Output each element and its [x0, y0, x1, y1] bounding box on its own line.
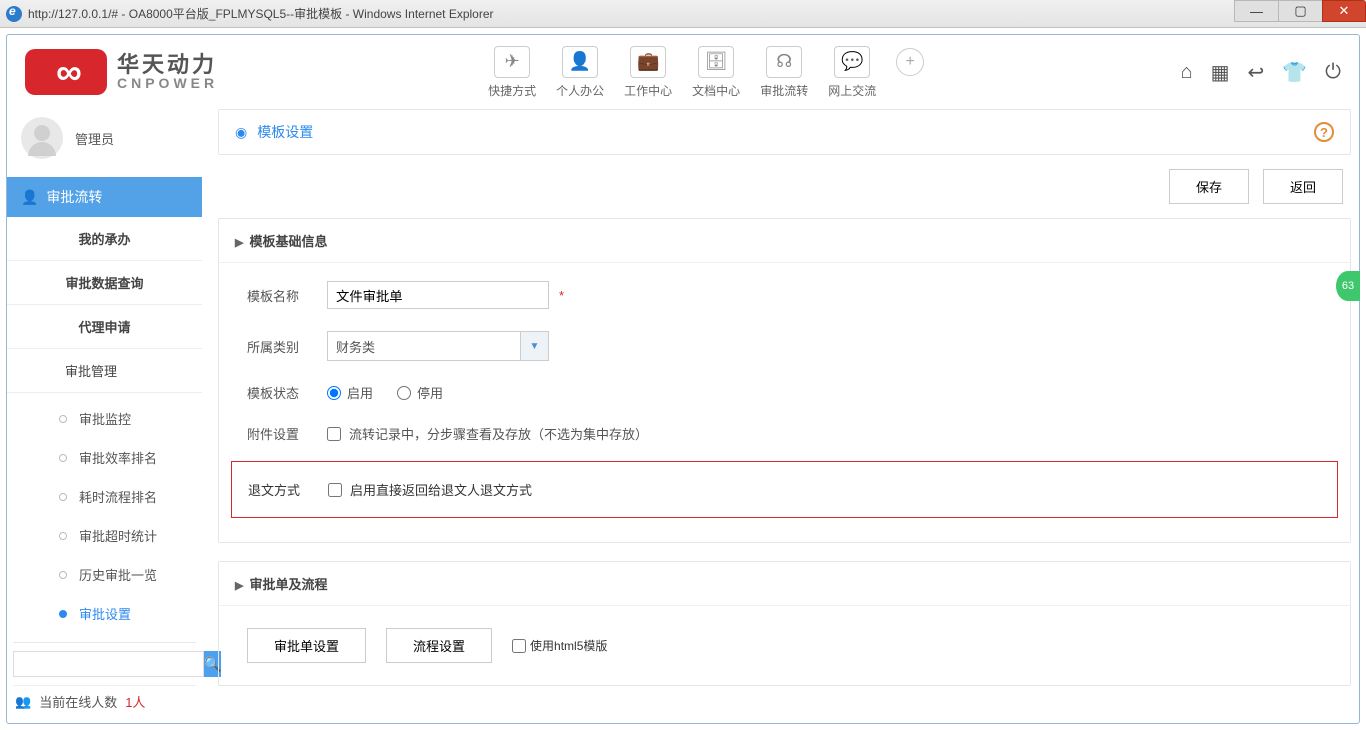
browser-titlebar: http://127.0.0.1/# - OA8000平台版_FPLMYSQL5… [0, 0, 1366, 28]
topnav-work[interactable]: 💼工作中心 [624, 46, 672, 99]
topnav-quick[interactable]: ✈快捷方式 [488, 46, 536, 99]
save-button[interactable]: 保存 [1169, 169, 1249, 204]
subnav-history[interactable]: 历史审批一览 [7, 555, 202, 594]
sidebar-item-proxy[interactable]: 代理申请 [7, 305, 202, 349]
user-name: 管理员 [75, 129, 114, 148]
panel-flow: ▶审批单及流程 审批单设置 流程设置 使用html5模版 [218, 561, 1351, 686]
page-title: 模板设置 [257, 122, 313, 142]
checkbox-attach[interactable] [327, 427, 341, 441]
dot-icon [59, 610, 67, 618]
ie-icon [6, 6, 22, 22]
apps-icon[interactable]: ▦ [1211, 60, 1230, 85]
dot-icon [59, 415, 67, 423]
window-close[interactable]: ✕ [1322, 0, 1366, 22]
sidebar-item-query[interactable]: 审批数据查询 [7, 261, 202, 305]
attach-text: 流转记录中，分步骤查看及存放（不选为集中存放） [349, 424, 648, 443]
approval-icon: ☊ [766, 46, 802, 78]
topnav-personal[interactable]: 👤个人办公 [556, 46, 604, 99]
topnav-docs[interactable]: 🗄文档中心 [692, 46, 740, 99]
subnav-efficiency[interactable]: 审批效率排名 [7, 438, 202, 477]
main-content: ◉ 模板设置 ? 保存 返回 ▶模板基础信息 模板名称 * 所属类别 [202, 109, 1359, 723]
subnav-settings[interactable]: 审批设置 [7, 594, 202, 633]
personal-icon: 👤 [562, 46, 598, 78]
person-icon: 👤 [21, 189, 38, 206]
help-icon[interactable]: ? [1314, 122, 1334, 142]
subnav-time[interactable]: 耗时流程排名 [7, 477, 202, 516]
logo: ∞ 华天动力 CNPOWER [25, 49, 218, 95]
caret-icon: ▶ [235, 580, 243, 592]
logo-text-en: CNPOWER [117, 76, 218, 90]
required-mark: * [559, 288, 564, 303]
select-category[interactable]: 财务类 ▼ [327, 331, 549, 361]
window-minimize[interactable]: — [1234, 0, 1278, 22]
page-title-bar: ◉ 模板设置 ? [218, 109, 1351, 155]
panel-flow-header[interactable]: ▶审批单及流程 [219, 562, 1350, 606]
address-title: http://127.0.0.1/# - OA8000平台版_FPLMYSQL5… [28, 5, 494, 22]
dot-icon [59, 493, 67, 501]
window-controls: — ▢ ✕ [1234, 0, 1366, 22]
back-button[interactable]: 返回 [1263, 169, 1343, 204]
sidebar-item-manage[interactable]: 审批管理 [7, 349, 202, 393]
panel-basic-header[interactable]: ▶模板基础信息 [219, 219, 1350, 263]
caret-icon: ▶ [235, 237, 243, 249]
quick-icon: ✈ [494, 46, 530, 78]
chevron-down-icon: ▼ [520, 332, 548, 360]
dot-icon [59, 532, 67, 540]
home-icon[interactable]: ⌂ [1181, 61, 1193, 84]
topnav-add-button[interactable]: + [896, 48, 924, 76]
shirt-icon[interactable]: 👕 [1282, 60, 1307, 85]
avatar-icon [21, 117, 63, 159]
panel-basic-info: ▶模板基础信息 模板名称 * 所属类别 财务类 ▼ [218, 218, 1351, 543]
label-status: 模板状态 [247, 383, 327, 402]
app-header: ∞ 华天动力 CNPOWER ✈快捷方式 👤个人办公 💼工作中心 🗄文档中心 ☊… [7, 35, 1359, 109]
radio-disable[interactable]: 停用 [397, 383, 443, 402]
power-icon[interactable]: ⏻ [1325, 61, 1341, 84]
input-template-name[interactable] [327, 281, 549, 309]
work-icon: 💼 [630, 46, 666, 78]
label-category: 所属类别 [247, 337, 327, 356]
user-box: 管理员 [7, 109, 202, 177]
top-nav: ✈快捷方式 👤个人办公 💼工作中心 🗄文档中心 ☊审批流转 💬网上交流 + [488, 46, 924, 99]
form-settings-button[interactable]: 审批单设置 [247, 628, 366, 663]
return-mode-row: 退文方式 启用直接返回给退文人退文方式 [231, 461, 1338, 518]
logo-text-zh: 华天动力 [117, 54, 218, 76]
label-return: 退文方式 [248, 480, 328, 499]
radio-enable[interactable]: 启用 [327, 383, 373, 402]
html5-checkbox-wrap[interactable]: 使用html5模版 [512, 637, 607, 654]
sidebar-search-input[interactable] [13, 651, 204, 677]
topnav-chat[interactable]: 💬网上交流 [828, 46, 876, 99]
arrow-circle-icon: ◉ [235, 124, 247, 141]
subnav-timeout[interactable]: 审批超时统计 [7, 516, 202, 555]
dot-icon [59, 454, 67, 462]
docs-icon: 🗄 [698, 46, 734, 78]
flow-settings-button[interactable]: 流程设置 [386, 628, 492, 663]
label-template-name: 模板名称 [247, 286, 327, 305]
topnav-approval[interactable]: ☊审批流转 [760, 46, 808, 99]
checkbox-return[interactable] [328, 483, 342, 497]
side-badge[interactable]: 63 [1336, 271, 1360, 301]
reply-icon[interactable]: ↩ [1248, 60, 1265, 85]
sidebar-group-approval[interactable]: 👤 审批流转 [7, 177, 202, 217]
window-maximize[interactable]: ▢ [1278, 0, 1322, 22]
dot-icon [59, 571, 67, 579]
label-attach: 附件设置 [247, 424, 327, 443]
sidebar-item-mytask[interactable]: 我的承办 [7, 217, 202, 261]
top-right-icons: ⌂ ▦ ↩ 👕 ⏻ [1181, 60, 1342, 85]
chat-icon: 💬 [834, 46, 870, 78]
return-text: 启用直接返回给退文人退文方式 [350, 480, 532, 499]
sidebar: 管理员 👤 审批流转 我的承办 审批数据查询 代理申请 审批管理 审批监控 审批… [7, 109, 202, 723]
people-icon: 👥 [15, 694, 31, 710]
logo-mark-icon: ∞ [25, 49, 107, 95]
online-status: 👥 当前在线人数 1人 [13, 685, 196, 717]
subnav-monitor[interactable]: 审批监控 [7, 399, 202, 438]
